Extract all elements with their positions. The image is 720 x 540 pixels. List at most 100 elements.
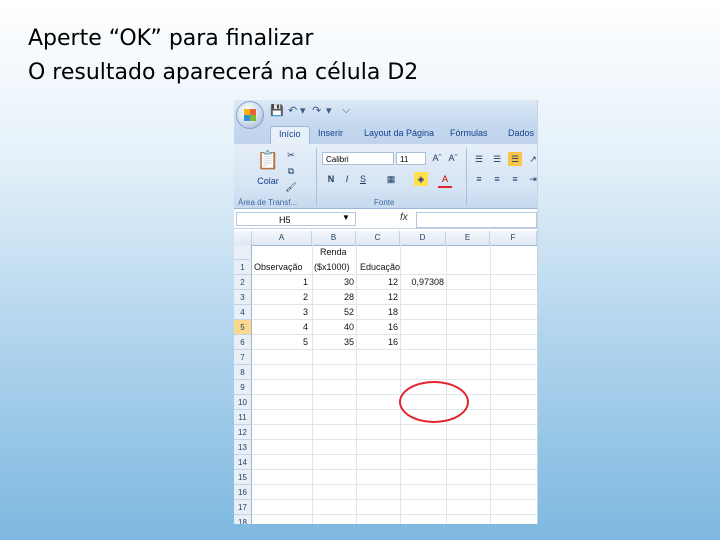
row-header-9[interactable]: 9 bbox=[234, 380, 252, 395]
customize-icon[interactable]: ⌵ bbox=[342, 104, 350, 117]
cell-b4[interactable]: 52 bbox=[312, 305, 354, 320]
cell-c3[interactable]: 12 bbox=[356, 290, 398, 305]
align-bottom-icon[interactable]: ☰ bbox=[508, 152, 522, 166]
bold-button[interactable]: N bbox=[324, 172, 338, 186]
row-header-17[interactable]: 17 bbox=[234, 500, 252, 515]
copy-icon[interactable]: ⧉ bbox=[284, 164, 298, 178]
cell-b5[interactable]: 40 bbox=[312, 320, 354, 335]
italic-button[interactable]: I bbox=[340, 172, 354, 186]
row-gridline bbox=[252, 379, 537, 380]
office-button[interactable] bbox=[236, 101, 264, 129]
quick-access-toolbar: 💾 ↶ ▾ ↷ ▾ ⌵ bbox=[234, 100, 537, 124]
chevron-down-icon[interactable]: ▾ bbox=[326, 104, 332, 117]
paste-button[interactable]: Colar bbox=[252, 174, 284, 188]
redo-icon[interactable]: ↷ bbox=[312, 104, 321, 117]
row-header-11[interactable]: 11 bbox=[234, 410, 252, 425]
cell-a1[interactable]: Observação bbox=[254, 260, 303, 275]
cell-c6[interactable]: 16 bbox=[356, 335, 398, 350]
cell-b6[interactable]: 35 bbox=[312, 335, 354, 350]
name-box[interactable]: H5 bbox=[236, 212, 356, 226]
row-header-13[interactable]: 13 bbox=[234, 440, 252, 455]
orientation-icon[interactable]: ↗ bbox=[526, 152, 537, 166]
column-header-b[interactable]: B bbox=[312, 231, 356, 245]
row-gridline bbox=[252, 409, 537, 410]
undo-icon[interactable]: ↶ bbox=[288, 104, 297, 117]
save-icon[interactable]: 💾 bbox=[270, 104, 284, 117]
align-right-icon[interactable]: ≡ bbox=[508, 172, 522, 186]
shrink-font-icon[interactable]: Aˇ bbox=[446, 151, 460, 165]
column-header-e[interactable]: E bbox=[446, 231, 490, 245]
row-header-14[interactable]: 14 bbox=[234, 455, 252, 470]
cell-b2[interactable]: 30 bbox=[312, 275, 354, 290]
row-header-12[interactable]: 12 bbox=[234, 425, 252, 440]
formula-input[interactable] bbox=[416, 212, 537, 228]
align-left-icon[interactable]: ≡ bbox=[472, 172, 486, 186]
cell-a2[interactable]: 1 bbox=[252, 275, 308, 290]
row-gridline bbox=[252, 394, 537, 395]
cell-a3[interactable]: 2 bbox=[252, 290, 308, 305]
row-header-5[interactable]: 5 bbox=[234, 320, 252, 335]
cell-b3[interactable]: 28 bbox=[312, 290, 354, 305]
cell-c4[interactable]: 18 bbox=[356, 305, 398, 320]
row-header-16[interactable]: 16 bbox=[234, 485, 252, 500]
select-all-corner[interactable] bbox=[234, 231, 252, 245]
format-painter-icon[interactable]: 🖌 bbox=[284, 180, 298, 194]
column-header-a[interactable]: A bbox=[252, 231, 312, 245]
cell-a4[interactable]: 3 bbox=[252, 305, 308, 320]
fill-color-icon[interactable]: ◈ bbox=[414, 172, 428, 186]
row-header-18[interactable]: 18 bbox=[234, 515, 252, 524]
cell-c1[interactable]: Educação bbox=[360, 260, 400, 275]
row-gridline bbox=[252, 484, 537, 485]
cell-c2[interactable]: 12 bbox=[356, 275, 398, 290]
tab-inserir[interactable]: Inserir bbox=[318, 128, 343, 138]
tab-formulas[interactable]: Fórmulas bbox=[450, 128, 488, 138]
cut-icon[interactable]: ✂ bbox=[284, 148, 298, 162]
clipboard-group-label: Área de Transf... bbox=[238, 198, 298, 207]
formula-bar: H5 ▼ fx bbox=[234, 210, 537, 229]
cell-a6[interactable]: 5 bbox=[252, 335, 308, 350]
tab-layout[interactable]: Layout da Página bbox=[364, 128, 434, 138]
cell-d2[interactable]: 0,97308 bbox=[400, 275, 444, 290]
worksheet-grid[interactable]: A B C D E F 1 2 3 4 5 6 7 8 9 10 11 12 13 14 15 16 17 18 … bbox=[234, 231, 537, 524]
cell-a5[interactable]: 4 bbox=[252, 320, 308, 335]
cell-c5[interactable]: 16 bbox=[356, 320, 398, 335]
chevron-down-icon[interactable]: ▼ bbox=[342, 213, 350, 222]
row-header-1[interactable]: 1 bbox=[234, 260, 252, 275]
align-middle-icon[interactable]: ☰ bbox=[490, 152, 504, 166]
row-gridline bbox=[252, 499, 537, 500]
row-header-7[interactable]: 7 bbox=[234, 350, 252, 365]
underline-button[interactable]: S bbox=[356, 172, 370, 186]
column-header-f[interactable]: F bbox=[490, 231, 537, 245]
font-size-select[interactable]: 11 bbox=[396, 152, 426, 165]
row-header-2[interactable]: 2 bbox=[234, 275, 252, 290]
row-gridline bbox=[252, 469, 537, 470]
row-header-15[interactable]: 15 bbox=[234, 470, 252, 485]
row-header-6[interactable]: 6 bbox=[234, 335, 252, 350]
cell-b1[interactable]: ($x1000) bbox=[314, 260, 350, 275]
insert-function-icon[interactable]: fx bbox=[400, 212, 408, 223]
row-gridline bbox=[252, 364, 537, 365]
group-divider bbox=[316, 148, 317, 206]
clipboard-icon[interactable]: 📋 bbox=[256, 148, 280, 172]
tab-dados[interactable]: Dados bbox=[508, 128, 534, 138]
row-header-4[interactable]: 4 bbox=[234, 305, 252, 320]
row-header-8[interactable]: 8 bbox=[234, 365, 252, 380]
align-center-icon[interactable]: ≡ bbox=[490, 172, 504, 186]
chevron-down-icon[interactable]: ▾ bbox=[300, 104, 306, 117]
row-header-10[interactable]: 10 bbox=[234, 395, 252, 410]
row-header-3[interactable]: 3 bbox=[234, 290, 252, 305]
font-name-select[interactable]: Calibri bbox=[322, 152, 394, 165]
column-headers: A B C D E F bbox=[234, 231, 537, 246]
column-header-d[interactable]: D bbox=[400, 231, 446, 245]
column-header-c[interactable]: C bbox=[356, 231, 400, 245]
grow-font-icon[interactable]: Aˆ bbox=[430, 151, 444, 165]
borders-icon[interactable]: ▦ bbox=[384, 172, 398, 186]
align-top-icon[interactable]: ☰ bbox=[472, 152, 486, 166]
font-color-icon[interactable]: A bbox=[438, 172, 452, 188]
ribbon: 📋 Colar ✂ ⧉ 🖌 Área de Transf... Calibri … bbox=[234, 144, 537, 209]
indent-icon[interactable]: ⇥ bbox=[526, 172, 537, 186]
cell-b-header-top[interactable]: Renda bbox=[320, 245, 347, 260]
tab-inicio[interactable]: Início bbox=[270, 126, 310, 144]
row-gridline bbox=[252, 514, 537, 515]
excel-screenshot: 💾 ↶ ▾ ↷ ▾ ⌵ Início Inserir Layout da Pág… bbox=[234, 100, 538, 524]
